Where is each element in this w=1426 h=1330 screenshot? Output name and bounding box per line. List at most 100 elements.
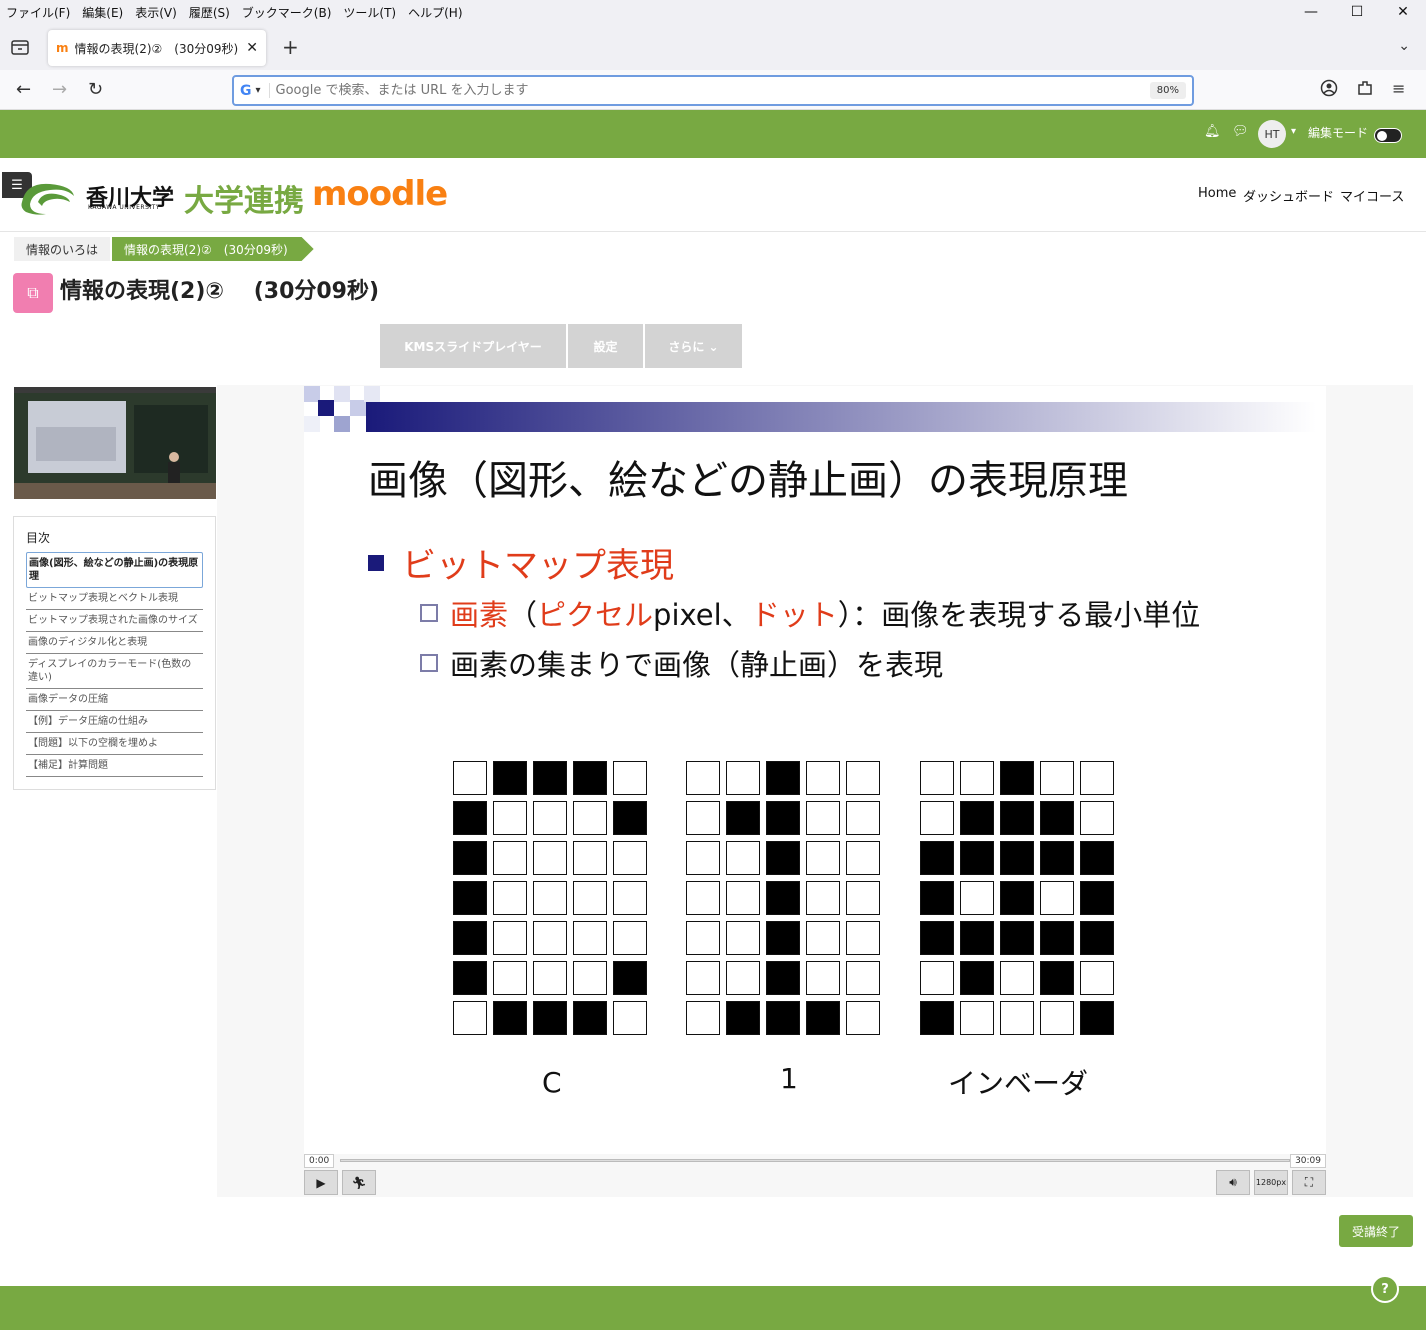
pixel-off [573, 921, 607, 955]
url-bar[interactable]: G ▾ 80% [232, 75, 1194, 106]
site-name: 大学連携 [184, 184, 304, 219]
tab-more[interactable]: さらに ⌄ [645, 324, 742, 368]
volume-icon[interactable]: 🔊︎ [1216, 1170, 1250, 1195]
browser-tab-active[interactable]: m 情報の表現(2)② (30分09秒) ✕ [48, 30, 266, 66]
pixel-off [726, 881, 760, 915]
tab-settings[interactable]: 設定 [568, 324, 643, 368]
messages-icon[interactable]: 💬︎ [1232, 124, 1249, 139]
back-arrow-icon[interactable]: ← [16, 79, 31, 100]
slide-title: 画像（図形、絵などの静止画）の表現原理 [368, 458, 1128, 504]
pixel-off [1080, 961, 1114, 995]
pixel-off [1080, 761, 1114, 795]
pixel-on [613, 961, 647, 995]
close-tab-icon[interactable]: ✕ [246, 40, 258, 56]
pixel-on [1040, 961, 1074, 995]
minimize-button[interactable]: — [1288, 0, 1334, 24]
reload-icon[interactable]: ↻ [88, 79, 103, 100]
menu-edit[interactable]: 編集(E) [82, 4, 123, 21]
pixel-off [960, 881, 994, 915]
pixel-off [686, 881, 720, 915]
google-search-engine-icon[interactable]: G [240, 83, 252, 99]
pixel-on [920, 1001, 954, 1035]
toc-item[interactable]: ディスプレイのカラーモード(色数の違い) [26, 654, 203, 689]
pixel-off [573, 881, 607, 915]
pixel-on [1000, 921, 1034, 955]
pixel-off [686, 761, 720, 795]
pixel-on [766, 961, 800, 995]
url-input[interactable] [268, 83, 1150, 98]
fullscreen-icon[interactable]: ⛶ [1292, 1170, 1326, 1195]
toc-item[interactable]: 【例】データ圧縮の仕組み [26, 711, 203, 733]
university-name-en: KAGAWA UNIVERSITY [88, 204, 160, 211]
new-tab-icon[interactable]: + [282, 35, 299, 59]
menu-help[interactable]: ヘルプ(H) [408, 4, 462, 21]
pixel-off [920, 961, 954, 995]
pixel-on [533, 761, 567, 795]
menu-history[interactable]: 履歴(S) [189, 4, 230, 21]
breadcrumb-current: 情報の表現(2)② (30分09秒) [112, 237, 314, 261]
pixel-on [1080, 841, 1114, 875]
edit-mode-toggle[interactable] [1374, 128, 1402, 143]
close-window-button[interactable]: ✕ [1380, 0, 1426, 24]
notification-bell-icon[interactable]: 🔔︎ [1204, 124, 1221, 139]
hamburger-menu-icon[interactable]: ≡ [1392, 79, 1405, 98]
pixel-off [533, 881, 567, 915]
toc-item[interactable]: 【問題】以下の空欄を埋めよ [26, 733, 203, 755]
extensions-icon[interactable] [1356, 79, 1374, 97]
play-button[interactable]: ▶ [304, 1170, 338, 1195]
lecture-video-thumbnail[interactable] [14, 387, 216, 499]
pixel-on [766, 1001, 800, 1035]
avatar[interactable]: HT [1258, 120, 1286, 148]
pixel-off [573, 961, 607, 995]
toc-item[interactable]: ビットマップ表現された画像のサイズ [26, 610, 203, 632]
menu-view[interactable]: 表示(V) [135, 4, 177, 21]
pixel-off [846, 761, 880, 795]
breadcrumb-course[interactable]: 情報のいろは [14, 237, 111, 261]
toc-item[interactable]: 【補足】計算問題 [26, 755, 203, 777]
nav-my-courses[interactable]: マイコース [1340, 186, 1404, 205]
chevron-down-icon[interactable]: ▾ [1291, 126, 1296, 137]
site-header: ☰ 香川大学 KAGAWA UNIVERSITY 大学連携 moodle Hom… [0, 158, 1426, 232]
pixel-on [960, 841, 994, 875]
playback-speed-icon[interactable]: 🏃︎ [342, 1170, 376, 1195]
slide-header-decoration [304, 386, 1316, 432]
seek-bar[interactable] [340, 1159, 1290, 1162]
menu-bar: ファイル(F) 編集(E) 表示(V) 履歴(S) ブックマーク(B) ツール(… [0, 0, 1426, 24]
pixel-off [533, 801, 567, 835]
menu-file[interactable]: ファイル(F) [6, 4, 70, 21]
resolution-button[interactable]: 1280px [1254, 1170, 1288, 1195]
bitmap-grid-1 [686, 761, 880, 1035]
toc-item[interactable]: 画像(図形、絵などの静止画)の表現原理 [26, 552, 203, 588]
pixel-on [766, 801, 800, 835]
pixel-off [1040, 881, 1074, 915]
account-icon[interactable] [1320, 79, 1338, 97]
zoom-level-badge[interactable]: 80% [1149, 82, 1186, 99]
menu-tools[interactable]: ツール(T) [343, 4, 396, 21]
tab-list-icon[interactable] [10, 38, 30, 56]
help-icon[interactable]: ? [1371, 1275, 1399, 1303]
slide: 画像（図形、絵などの静止画）の表現原理 ビットマップ表現 画素（ピクセル pix… [304, 386, 1326, 1154]
pixel-off [846, 961, 880, 995]
toc-item[interactable]: 画像データの圧縮 [26, 689, 203, 711]
pixel-off [846, 801, 880, 835]
nav-home[interactable]: Home [1198, 186, 1236, 201]
toc-item[interactable]: 画像のディジタル化と表現 [26, 632, 203, 654]
secondary-navigation: KMSスライドプレイヤー 設定 さらに ⌄ [380, 324, 744, 368]
nav-dashboard[interactable]: ダッシュボード [1243, 186, 1334, 205]
pixel-off [806, 881, 840, 915]
pixel-on [453, 961, 487, 995]
pixel-on [453, 881, 487, 915]
pixel-on [1000, 841, 1034, 875]
chevron-down-icon[interactable]: ⌄ [1398, 38, 1410, 54]
tab-kms-slide-player[interactable]: KMSスライドプレイヤー [380, 324, 566, 368]
pixel-on [1000, 881, 1034, 915]
finish-button[interactable]: 受講終了 [1339, 1215, 1413, 1247]
chevron-down-icon[interactable]: ▾ [256, 85, 261, 96]
menu-bookmarks[interactable]: ブックマーク(B) [242, 4, 332, 21]
toc-item[interactable]: ビットマップ表現とベクトル表現 [26, 588, 203, 610]
player-controls: 0:00 30:09 ▶ 🏃︎ 🔊︎ 1280px ⛶ [304, 1152, 1326, 1196]
forward-arrow-icon[interactable]: → [52, 79, 67, 100]
maximize-button[interactable]: ☐ [1334, 0, 1380, 24]
pixel-on [920, 841, 954, 875]
pixel-off [686, 841, 720, 875]
